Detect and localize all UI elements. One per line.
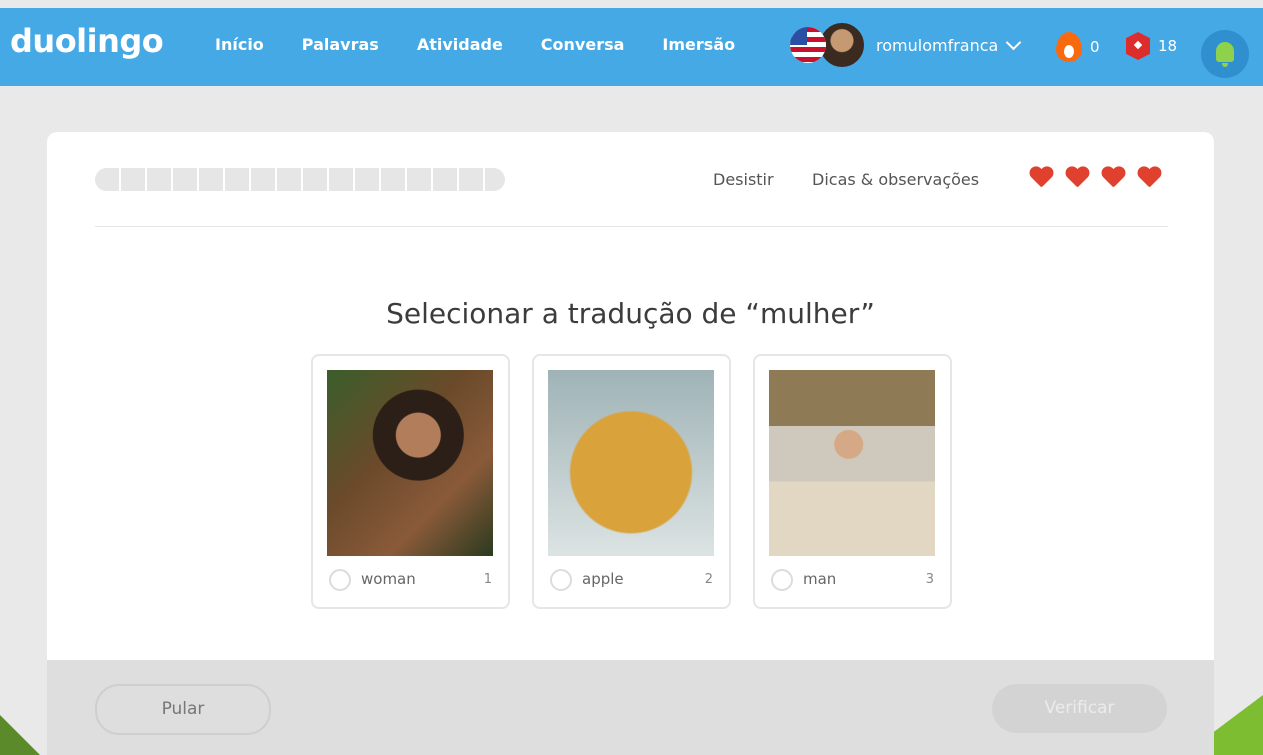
flame-icon — [1056, 32, 1082, 62]
man-photo — [769, 370, 935, 556]
choice-label: apple — [582, 570, 624, 588]
apple-photo — [548, 370, 714, 556]
main-nav: Início Palavras Atividade Conversa Imers… — [215, 35, 773, 54]
background-hill-left — [0, 715, 40, 755]
question-prompt: Selecionar a tradução de “mulher” — [386, 297, 875, 330]
nav-conversa[interactable]: Conversa — [541, 35, 625, 54]
bell-icon — [1216, 42, 1234, 67]
heart-icon — [1065, 167, 1089, 189]
duolingo-logo[interactable]: duolingo — [10, 22, 164, 60]
choice-label: woman — [361, 570, 416, 588]
choice-card-woman[interactable]: woman 1 — [311, 354, 510, 609]
nav-imersao[interactable]: Imersão — [662, 35, 735, 54]
gem-count: 18 — [1158, 37, 1178, 55]
choice-radio[interactable] — [771, 569, 793, 591]
nav-palavras[interactable]: Palavras — [302, 35, 379, 54]
skip-button[interactable]: Pular — [95, 684, 271, 735]
choice-shortcut-number: 3 — [925, 572, 934, 587]
choice-card-apple[interactable]: apple 2 — [532, 354, 731, 609]
tips-link[interactable]: Dicas & observações — [812, 170, 979, 189]
choice-shortcut-number: 1 — [483, 572, 492, 587]
notifications-button[interactable] — [1201, 30, 1249, 78]
heart-icon — [1137, 167, 1161, 189]
heart-icon — [1101, 167, 1125, 189]
woman-photo — [327, 370, 493, 556]
choice-radio[interactable] — [329, 569, 351, 591]
lesson-card: Desistir Dicas & observações Selecionar … — [47, 132, 1214, 755]
header-divider — [95, 226, 1168, 227]
gems-counter[interactable]: 18 — [1126, 32, 1177, 60]
choice-card-man[interactable]: man 3 — [753, 354, 952, 609]
choice-radio[interactable] — [550, 569, 572, 591]
choice-label: man — [803, 570, 837, 588]
nav-atividade[interactable]: Atividade — [417, 35, 503, 54]
streak-counter[interactable]: 0 — [1056, 32, 1100, 62]
user-menu[interactable]: romulomfranca — [790, 21, 1022, 69]
top-navigation-bar: duolingo Início Palavras Atividade Conve… — [0, 8, 1263, 86]
gem-icon — [1126, 32, 1150, 60]
nav-inicio[interactable]: Início — [215, 35, 264, 54]
heart-icon — [1029, 167, 1053, 189]
username: romulomfranca — [876, 35, 999, 55]
hearts-remaining — [1029, 167, 1173, 189]
check-button[interactable]: Verificar — [992, 684, 1167, 733]
lesson-progress-bar — [95, 168, 505, 191]
chevron-down-icon — [1006, 34, 1022, 50]
lesson-footer: Pular Verificar — [47, 660, 1214, 755]
us-flag-icon — [790, 27, 826, 63]
choice-shortcut-number: 2 — [704, 572, 713, 587]
streak-count: 0 — [1090, 38, 1100, 56]
quit-link[interactable]: Desistir — [713, 170, 774, 189]
